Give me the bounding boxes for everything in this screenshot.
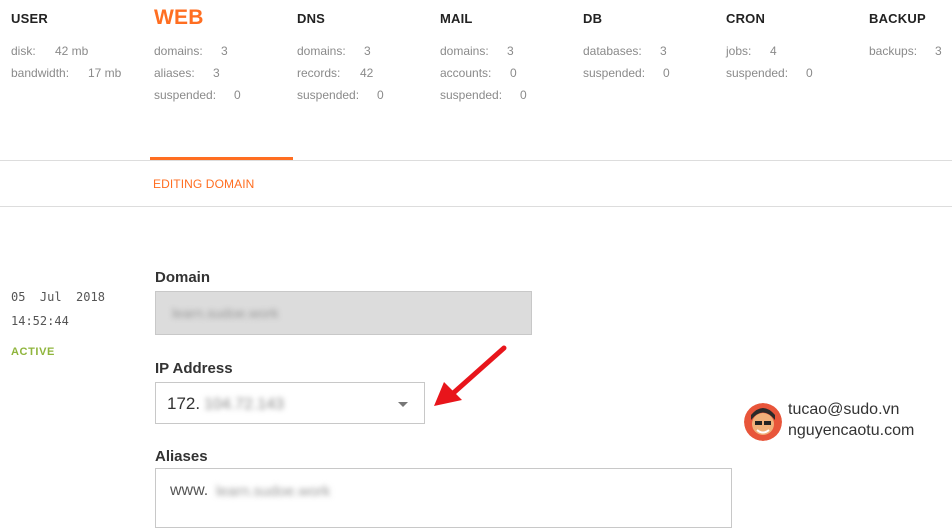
stat-value: 0 [234, 88, 241, 102]
stat-label: suspended: [726, 66, 789, 80]
stat-row: suspended: 0 [154, 88, 241, 102]
stat-value: 3 [364, 44, 371, 58]
stat-label: suspended: [297, 88, 360, 102]
annotation-arrow-icon [434, 345, 507, 406]
stat-value: 3 [935, 44, 942, 58]
stat-row: domains: 3 [440, 44, 514, 58]
ip-address-prefix: 172. [167, 394, 201, 413]
stat-value: 3 [221, 44, 228, 58]
stat-row: suspended: 0 [583, 66, 670, 80]
stat-value: 4 [770, 44, 777, 58]
stat-value: 0 [663, 66, 670, 80]
stat-label: suspended: [440, 88, 503, 102]
stat-user-title[interactable]: USER [11, 11, 48, 26]
ip-address-rest: 104.72.143 [204, 396, 285, 413]
alias-rest: learn.sudoe.work [216, 483, 331, 500]
stat-label: backups: [869, 44, 918, 58]
stat-row: jobs: 4 [726, 44, 777, 58]
stat-value: 17 mb [88, 66, 122, 80]
avatar [744, 403, 782, 441]
stat-value: 3 [507, 44, 514, 58]
stat-cron-title[interactable]: CRON [726, 11, 765, 26]
domain-value: learn.sudoe.work [172, 305, 279, 321]
stat-label: jobs: [726, 44, 752, 58]
stat-row: records: 42 [297, 66, 373, 80]
stat-label: bandwidth: [11, 66, 70, 80]
aliases-label: Aliases [155, 448, 208, 465]
ip-address-label: IP Address [155, 360, 233, 377]
stat-label: domains: [154, 44, 203, 58]
created-time: 14:52:44 [11, 314, 69, 328]
stat-value: 3 [213, 66, 220, 80]
stat-row: suspended: 0 [440, 88, 527, 102]
stat-row: aliases: 3 [154, 66, 220, 80]
stat-row: bandwidth: 17 mb [11, 66, 121, 80]
stat-row: accounts: 0 [440, 66, 517, 80]
status-badge: ACTIVE [11, 346, 55, 358]
stat-value: 3 [660, 44, 667, 58]
tabs-divider [0, 160, 952, 161]
created-date: 05 Jul 2018 [11, 290, 105, 304]
stat-row: suspended: 0 [726, 66, 813, 80]
watermark-site: nguyencaotu.com [788, 422, 915, 439]
stat-value: 42 mb [55, 44, 89, 58]
section-title: EDITING DOMAIN [153, 177, 255, 191]
stat-label: accounts: [440, 66, 492, 80]
stat-label: suspended: [583, 66, 646, 80]
stat-row: domains: 3 [297, 44, 371, 58]
stat-mail-title[interactable]: MAIL [440, 11, 473, 26]
chevron-down-icon [398, 402, 408, 407]
section-divider [0, 206, 952, 207]
active-tab-indicator [150, 157, 293, 160]
stat-label: domains: [297, 44, 346, 58]
alias-prefix: www. [170, 482, 209, 499]
stat-label: aliases: [154, 66, 195, 80]
stats-header: USER disk: 42 mb bandwidth: 17 mb WEB doma… [0, 0, 952, 160]
stat-row: backups: 3 [869, 44, 942, 58]
stat-row: suspended: 0 [297, 88, 384, 102]
stat-label: domains: [440, 44, 489, 58]
stat-value: 0 [520, 88, 527, 102]
watermark-email: tucao@sudo.vn [788, 401, 900, 418]
domain-field: learn.sudoe.work [155, 291, 532, 335]
stat-row: databases: 3 [583, 44, 667, 58]
stat-label: suspended: [154, 88, 217, 102]
stat-row: domains: 3 [154, 44, 228, 58]
stat-dns-title[interactable]: DNS [297, 11, 325, 26]
stat-value: 0 [510, 66, 517, 80]
stat-db-title[interactable]: DB [583, 11, 602, 26]
stat-label: records: [297, 66, 341, 80]
stat-web-title[interactable]: WEB [154, 6, 204, 30]
stat-backup-title[interactable]: BACKUP [869, 11, 926, 26]
stat-value: 0 [377, 88, 384, 102]
aliases-textarea[interactable]: www. learn.sudoe.work [155, 468, 732, 528]
stat-value: 0 [806, 66, 813, 80]
ip-address-select[interactable]: 172. 104.72.143 [155, 382, 425, 424]
stat-label: databases: [583, 44, 642, 58]
stat-value: 42 [360, 66, 374, 80]
stat-row: disk: 42 mb [11, 44, 88, 58]
stat-label: disk: [11, 44, 36, 58]
domain-label: Domain [155, 269, 211, 286]
